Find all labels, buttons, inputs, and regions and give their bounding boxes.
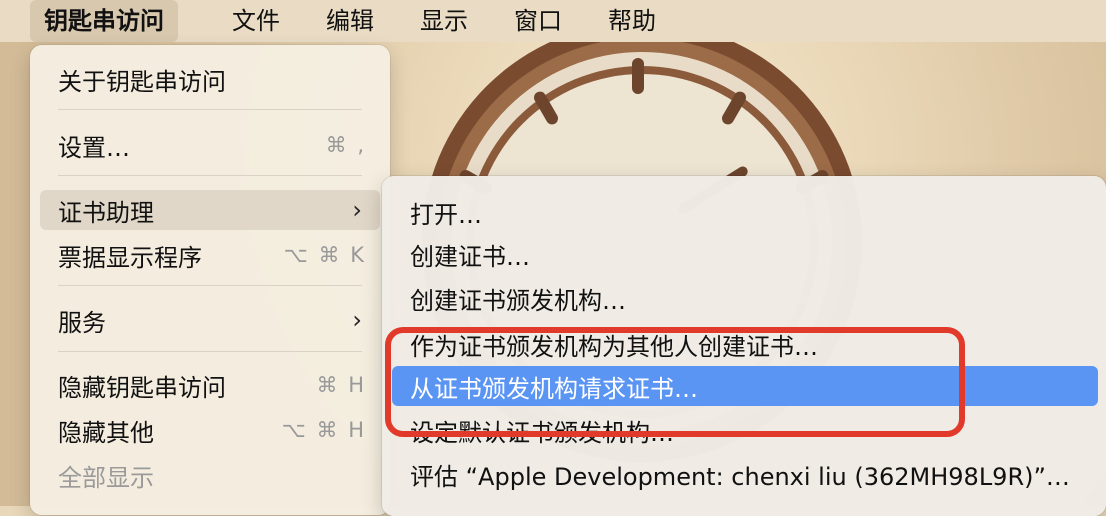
menu-hide-app-label: 隐藏钥匙串访问 xyxy=(58,373,226,402)
menu-services-label: 服务 xyxy=(58,308,106,337)
menu-about-label: 关于钥匙串访问 xyxy=(58,67,226,96)
menu-separator xyxy=(58,285,362,286)
menu-bar: 钥匙串访问 文件 编辑 显示 窗口 帮助 xyxy=(0,0,1106,42)
menubar-app-label: 钥匙串访问 xyxy=(44,7,164,35)
menu-settings[interactable]: 设置… ⌘ , xyxy=(40,125,380,165)
submenu-create-ca[interactable]: 创建证书颁发机构… xyxy=(392,278,1098,318)
menubar-app-keychain[interactable]: 钥匙串访问 xyxy=(30,0,178,42)
menu-show-all-label: 全部显示 xyxy=(58,463,154,492)
submenu-item-label: 创建证书颁发机构… xyxy=(410,286,626,315)
submenu-open[interactable]: 打开… xyxy=(392,192,1098,232)
menu-hide-others[interactable]: 隐藏其他 ⌥ ⌘ H xyxy=(40,410,380,450)
menu-certificate-assistant-label: 证书助理 xyxy=(58,198,154,227)
menu-services[interactable]: 服务 › xyxy=(40,300,380,340)
app-menu: 关于钥匙串访问 设置… ⌘ , 证书助理 › 票据显示程序 ⌥ ⌘ K 服务 ›… xyxy=(30,45,390,515)
menu-settings-label: 设置… xyxy=(58,133,130,162)
menu-separator xyxy=(58,351,362,352)
menu-separator xyxy=(58,175,362,176)
submenu-item-label: 打开… xyxy=(410,200,482,229)
submenu-item-label: 创建证书… xyxy=(410,242,530,271)
menu-ticket-viewer-label: 票据显示程序 xyxy=(58,243,202,272)
annotation-highlight-box xyxy=(385,327,965,437)
menu-show-all: 全部显示 xyxy=(40,455,380,495)
menu-certificate-assistant[interactable]: 证书助理 › xyxy=(40,190,380,230)
apple-icon[interactable] xyxy=(0,8,20,34)
submenu-create-certificate[interactable]: 创建证书… xyxy=(392,234,1098,274)
chevron-right-icon: › xyxy=(352,306,362,334)
menu-hide-app-shortcut: ⌘ H xyxy=(316,373,366,397)
menu-about[interactable]: 关于钥匙串访问 xyxy=(40,59,380,99)
menu-settings-shortcut: ⌘ , xyxy=(325,133,366,157)
menu-hide-others-label: 隐藏其他 xyxy=(58,418,154,447)
menubar-view[interactable]: 显示 xyxy=(420,0,468,42)
menubar-help[interactable]: 帮助 xyxy=(608,0,656,42)
menu-hide-others-shortcut: ⌥ ⌘ H xyxy=(281,418,366,442)
menu-separator xyxy=(58,109,362,110)
menubar-file[interactable]: 文件 xyxy=(232,0,280,42)
chevron-right-icon: › xyxy=(352,196,362,224)
menu-hide-app[interactable]: 隐藏钥匙串访问 ⌘ H xyxy=(40,365,380,405)
menubar-edit[interactable]: 编辑 xyxy=(326,0,374,42)
menu-ticket-viewer[interactable]: 票据显示程序 ⌥ ⌘ K xyxy=(40,235,380,275)
menubar-window[interactable]: 窗口 xyxy=(514,0,562,42)
submenu-evaluate[interactable]: 评估 “Apple Development: chenxi liu (362MH… xyxy=(392,454,1098,494)
submenu-item-label: 评估 “Apple Development: chenxi liu (362MH… xyxy=(410,462,1070,491)
clock-tick xyxy=(632,58,644,94)
menu-ticket-viewer-shortcut: ⌥ ⌘ K xyxy=(283,243,366,267)
